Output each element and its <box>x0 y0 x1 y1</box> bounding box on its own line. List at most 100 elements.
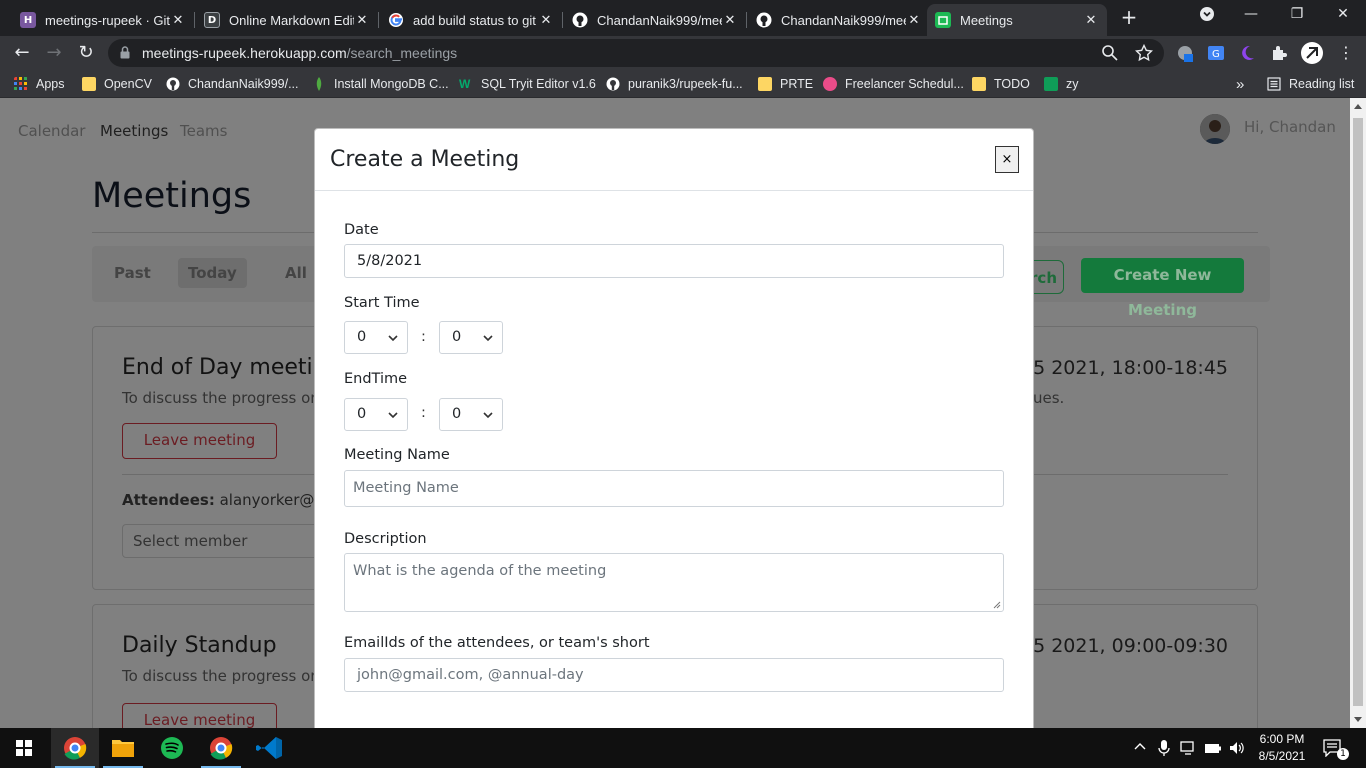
resize-handle-icon[interactable] <box>993 601 1001 609</box>
tab-title: add build status to git <box>413 12 536 28</box>
sheets-icon <box>1044 77 1058 91</box>
lock-icon <box>120 46 130 59</box>
clock-time: 6:00 PM <box>1259 732 1305 746</box>
tray-chevron-icon[interactable] <box>1133 740 1147 768</box>
profile-avatar-icon[interactable] <box>1301 42 1323 64</box>
reload-button[interactable]: ↻ <box>75 42 97 64</box>
taskbar-vscode[interactable] <box>246 728 294 768</box>
bookmark-opencv[interactable]: OpenCV <box>82 75 152 93</box>
restore-icon[interactable]: ❐ <box>1282 6 1312 22</box>
minimize-icon[interactable]: — <box>1236 6 1266 22</box>
extension-icon[interactable] <box>1176 44 1194 62</box>
meeting-name-input[interactable]: Meeting Name <box>344 470 1004 507</box>
github-icon <box>606 77 620 91</box>
reading-list-label: Reading list <box>1289 77 1355 91</box>
taskbar-chrome-profile[interactable] <box>197 728 245 768</box>
notifications-icon[interactable]: 1 <box>1323 739 1349 768</box>
taskbar-chrome[interactable] <box>51 728 99 768</box>
chevron-down-icon <box>483 412 493 419</box>
taskbar-clock[interactable]: 6:00 PM 8/5/2021 <box>1254 731 1310 765</box>
bookmark-github-puranik[interactable]: puranik3/rupeek-fu... <box>606 75 743 93</box>
start-minute-value: 0 <box>452 329 462 345</box>
bookmark-github-chandan[interactable]: ChandanNaik999/... <box>166 75 299 93</box>
bookmark-zy[interactable]: zy <box>1044 75 1079 93</box>
close-tab-icon[interactable]: ✕ <box>170 13 186 28</box>
bookmark-mongodb[interactable]: Install MongoDB C... <box>312 75 449 93</box>
start-button[interactable] <box>0 728 48 768</box>
dark-mode-icon[interactable] <box>1238 44 1256 62</box>
filter-today[interactable]: Today <box>178 258 247 288</box>
extensions-puzzle-icon[interactable] <box>1270 44 1288 62</box>
nav-meetings[interactable]: Meetings <box>100 122 168 140</box>
bookmark-sql-tryit[interactable]: W SQL Tryit Editor v1.6 <box>459 75 596 93</box>
zoom-icon[interactable] <box>1101 44 1119 62</box>
nav-teams[interactable]: Teams <box>180 122 227 140</box>
filter-all[interactable]: All <box>285 264 307 282</box>
browser-tab[interactable]: add build status to git ✕ <box>380 4 562 36</box>
user-avatar[interactable] <box>1200 114 1230 144</box>
chevron-down-icon <box>388 335 398 342</box>
browser-tab[interactable]: D Online Markdown Edit ✕ <box>196 4 378 36</box>
translate-icon[interactable]: G <box>1207 44 1225 62</box>
close-tab-icon[interactable]: ✕ <box>722 13 738 28</box>
browser-toolbar: ← → ↻ meetings-rupeek.herokuapp.com/sear… <box>0 36 1366 70</box>
browser-tab-active[interactable]: Meetings ✕ <box>927 4 1107 36</box>
select-member-dropdown[interactable]: Select member <box>122 524 322 558</box>
browser-tab[interactable]: ChandanNaik999/mee ✕ <box>564 4 746 36</box>
bookmark-apps[interactable]: Apps <box>14 75 65 93</box>
reading-list-button[interactable]: Reading list <box>1267 75 1354 93</box>
chrome-menu-icon[interactable]: ⋮ <box>1335 42 1357 64</box>
description-textarea[interactable]: What is the agenda of the meeting <box>344 553 1004 612</box>
start-minute-select[interactable]: 0 <box>439 321 503 354</box>
bookmark-prte[interactable]: PRTE <box>758 75 813 93</box>
more-bookmarks-button[interactable]: » <box>1236 75 1244 93</box>
close-tab-icon[interactable]: ✕ <box>906 13 922 28</box>
start-hour-value: 0 <box>357 329 367 345</box>
end-minute-select[interactable]: 0 <box>439 398 503 431</box>
bookmark-label: puranik3/rupeek-fu... <box>628 77 743 91</box>
filter-past[interactable]: Past <box>114 264 151 282</box>
folder-icon <box>112 740 134 757</box>
close-window-icon[interactable]: ✕ <box>1328 6 1358 22</box>
battery-icon[interactable] <box>1204 740 1222 768</box>
bookmark-star-icon[interactable] <box>1135 44 1153 62</box>
end-hour-select[interactable]: 0 <box>344 398 408 431</box>
create-meeting-button[interactable]: Create New Meeting <box>1081 258 1244 319</box>
bookmark-label: zy <box>1066 77 1079 91</box>
attendees-label: Attendees: <box>122 491 215 509</box>
date-input[interactable]: 5/8/2021 <box>344 244 1004 278</box>
address-bar[interactable]: meetings-rupeek.herokuapp.com/search_mee… <box>108 39 1164 67</box>
page-scrollbar[interactable] <box>1350 98 1366 728</box>
close-tab-icon[interactable]: ✕ <box>1083 13 1099 28</box>
bookmark-todo[interactable]: TODO <box>972 75 1030 93</box>
forward-button[interactable]: → <box>43 42 65 64</box>
heroku-icon: H <box>20 12 36 28</box>
new-tab-button[interactable]: + <box>1119 7 1139 27</box>
bookmark-label: OpenCV <box>104 77 152 91</box>
leave-meeting-button[interactable]: Leave meeting <box>122 703 277 728</box>
taskbar-file-explorer[interactable] <box>99 728 147 768</box>
scroll-up-icon[interactable] <box>1354 104 1362 109</box>
scroll-down-icon[interactable] <box>1354 717 1362 722</box>
user-greeting: Hi, Chandan <box>1244 118 1336 136</box>
tab-title: meetings-rupeek · Git <box>45 12 170 28</box>
emails-input[interactable]: john@gmail.com, @annual-day <box>344 658 1004 692</box>
browser-tab[interactable]: H meetings-rupeek · Git ✕ <box>12 4 194 36</box>
tab-title: Meetings <box>960 12 1013 28</box>
back-button[interactable]: ← <box>11 42 33 64</box>
browser-tab[interactable]: ChandanNaik999/mee ✕ <box>748 4 930 36</box>
network-icon[interactable] <box>1180 740 1198 768</box>
tab-search-icon[interactable] <box>1192 6 1222 26</box>
tab-separator <box>378 12 379 28</box>
nav-calendar[interactable]: Calendar <box>18 122 85 140</box>
close-tab-icon[interactable]: ✕ <box>538 13 554 28</box>
microphone-icon[interactable] <box>1158 739 1170 768</box>
start-hour-select[interactable]: 0 <box>344 321 408 354</box>
close-tab-icon[interactable]: ✕ <box>354 13 370 28</box>
leave-meeting-button[interactable]: Leave meeting <box>122 423 277 459</box>
taskbar-spotify[interactable] <box>148 728 196 768</box>
bookmark-freelancer[interactable]: Freelancer Schedul... <box>823 75 964 93</box>
volume-icon[interactable] <box>1228 739 1246 768</box>
scrollbar-thumb[interactable] <box>1353 118 1363 706</box>
modal-close-button[interactable]: × <box>995 146 1019 173</box>
